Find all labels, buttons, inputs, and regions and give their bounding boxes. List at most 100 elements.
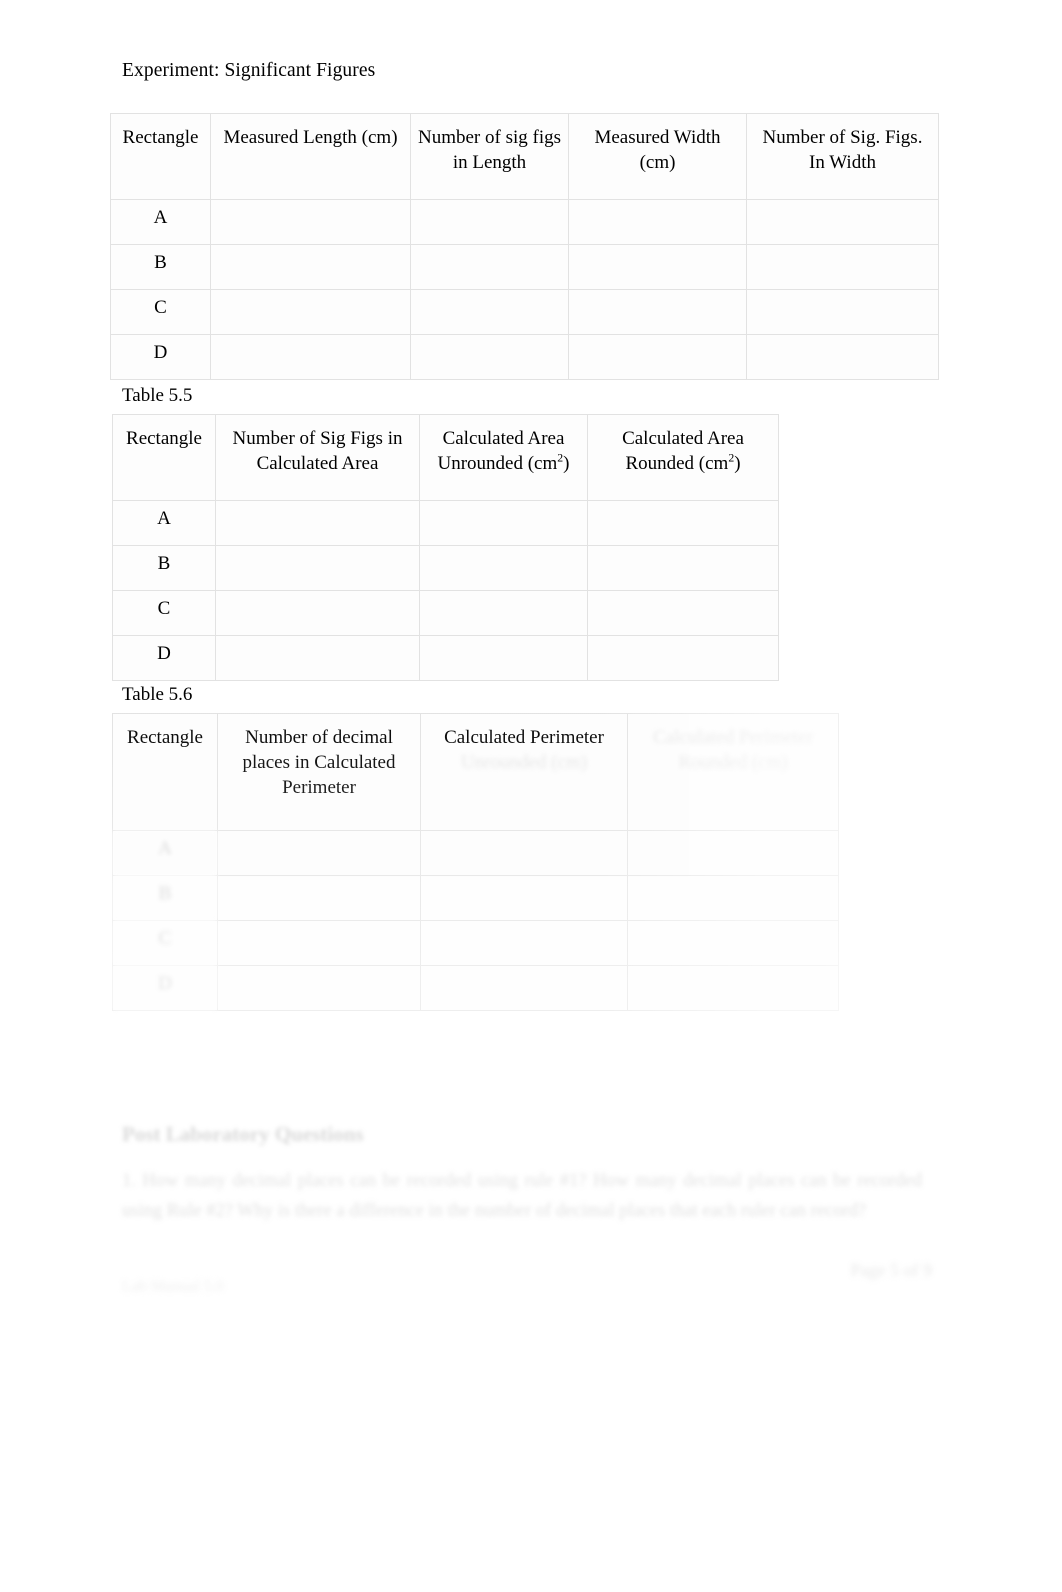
table-header-row: Rectangle Number of decimal places in Ca… bbox=[112, 713, 839, 831]
cell-perimeter-unrounded[interactable] bbox=[420, 965, 628, 1011]
table-row: A bbox=[112, 830, 839, 876]
column-header-sigfigs-width: Number of Sig. Figs. In Width bbox=[746, 113, 939, 200]
cell-decimal-places[interactable] bbox=[217, 920, 421, 966]
table-row: C bbox=[112, 920, 839, 966]
table-row: B bbox=[112, 875, 839, 921]
cell-sigfigs-area[interactable] bbox=[215, 635, 420, 681]
post-lab-question-1: 1. How many decimal places can be record… bbox=[122, 1171, 922, 1221]
cell-area-unrounded[interactable] bbox=[419, 500, 588, 546]
cell-measured-width[interactable] bbox=[568, 289, 747, 335]
cell-area-unrounded[interactable] bbox=[419, 545, 588, 591]
header-line: (cm) bbox=[639, 152, 676, 173]
row-label: D bbox=[112, 965, 218, 1011]
cell-measured-width[interactable] bbox=[568, 334, 747, 380]
cell-area-rounded[interactable] bbox=[587, 545, 779, 591]
row-label: C bbox=[112, 920, 218, 966]
row-label: D bbox=[110, 334, 211, 380]
cell-sigfigs-length[interactable] bbox=[410, 199, 569, 245]
column-header-rectangle: Rectangle bbox=[110, 113, 211, 200]
table-row: C bbox=[110, 289, 939, 335]
row-label: D bbox=[112, 635, 216, 681]
cell-area-rounded[interactable] bbox=[587, 635, 779, 681]
header-line: Number of Sig. Figs. bbox=[762, 127, 923, 148]
row-label: B bbox=[112, 875, 218, 921]
header-line: Rectangle bbox=[127, 727, 203, 748]
header-line: Calculated Area bbox=[442, 428, 565, 449]
header-line: Rectangle bbox=[122, 127, 199, 148]
column-header-measured-width: Measured Width (cm) bbox=[568, 113, 747, 200]
row-label: A bbox=[112, 830, 218, 876]
column-header-sigfigs-length: Number of sig figs in Length bbox=[410, 113, 569, 200]
table-row: A bbox=[110, 199, 939, 245]
table-calculated-area: Rectangle Number of Sig Figs in Calculat… bbox=[112, 414, 779, 681]
footer-left-text: Lab Manual 5.0 bbox=[122, 1278, 224, 1295]
row-label: C bbox=[112, 590, 216, 636]
cell-decimal-places[interactable] bbox=[217, 830, 421, 876]
cell-sigfigs-width[interactable] bbox=[746, 334, 939, 380]
cell-sigfigs-length[interactable] bbox=[410, 289, 569, 335]
cell-area-rounded[interactable] bbox=[587, 590, 779, 636]
table-calculated-perimeter: Rectangle Number of decimal places in Ca… bbox=[112, 713, 839, 1011]
cell-perimeter-rounded[interactable] bbox=[627, 920, 839, 966]
column-header-perimeter-unrounded: Calculated Perimeter Unrounded (cm) bbox=[420, 713, 628, 831]
cell-sigfigs-width[interactable] bbox=[746, 289, 939, 335]
cell-sigfigs-width[interactable] bbox=[746, 244, 939, 290]
column-header-decimal-places: Number of decimal places in Calculated P… bbox=[217, 713, 421, 831]
cell-measured-length[interactable] bbox=[210, 334, 411, 380]
document-page: Experiment: Significant Figures Rectangl… bbox=[0, 0, 1062, 1592]
post-lab-questions-heading: Post Laboratory Questions bbox=[122, 1122, 364, 1146]
cell-area-unrounded[interactable] bbox=[419, 590, 588, 636]
header-line: Perimeter bbox=[282, 777, 356, 798]
cell-measured-width[interactable] bbox=[568, 244, 747, 290]
table-row: A bbox=[112, 500, 779, 546]
cell-decimal-places[interactable] bbox=[217, 965, 421, 1011]
table-sig-figs-measurements: Rectangle Measured Length (cm) Number of… bbox=[110, 113, 939, 380]
table-caption-5-6: Table 5.6 bbox=[122, 684, 193, 705]
page-title: Experiment: Significant Figures bbox=[122, 60, 376, 81]
cell-area-unrounded[interactable] bbox=[419, 635, 588, 681]
cell-sigfigs-area[interactable] bbox=[215, 545, 420, 591]
header-line-faded: Rounded (cm) bbox=[678, 752, 788, 773]
header-line-faded: Calculated Perimeter bbox=[653, 727, 813, 748]
cell-sigfigs-length[interactable] bbox=[410, 244, 569, 290]
header-line: in Length bbox=[452, 152, 527, 173]
cell-perimeter-rounded[interactable] bbox=[627, 830, 839, 876]
cell-perimeter-rounded[interactable] bbox=[627, 965, 839, 1011]
page-number: Page 5 of 9 bbox=[850, 1260, 932, 1280]
cell-measured-width[interactable] bbox=[568, 199, 747, 245]
cell-perimeter-rounded[interactable] bbox=[627, 875, 839, 921]
cell-perimeter-unrounded[interactable] bbox=[420, 875, 628, 921]
cell-measured-length[interactable] bbox=[210, 199, 411, 245]
table-header-row: Rectangle Measured Length (cm) Number of… bbox=[110, 113, 939, 200]
cell-sigfigs-length[interactable] bbox=[410, 334, 569, 380]
cell-measured-length[interactable] bbox=[210, 289, 411, 335]
table-header-row: Rectangle Number of Sig Figs in Calculat… bbox=[112, 414, 779, 501]
header-line-unrounded: Unrounded (cm2) bbox=[437, 451, 570, 474]
header-line: Measured Length (cm) bbox=[223, 127, 398, 148]
header-line-faded: Unrounded (cm) bbox=[460, 752, 588, 773]
header-line: Calculated Area bbox=[256, 453, 379, 474]
table-row: B bbox=[112, 545, 779, 591]
header-line: Rectangle bbox=[126, 428, 202, 449]
row-label: A bbox=[112, 500, 216, 546]
table-row: D bbox=[112, 635, 779, 681]
table-caption-5-5: Table 5.5 bbox=[122, 385, 193, 406]
cell-sigfigs-area[interactable] bbox=[215, 590, 420, 636]
cell-sigfigs-width[interactable] bbox=[746, 199, 939, 245]
cell-decimal-places[interactable] bbox=[217, 875, 421, 921]
cell-perimeter-unrounded[interactable] bbox=[420, 830, 628, 876]
table-row: D bbox=[110, 334, 939, 380]
column-header-sigfigs-area: Number of Sig Figs in Calculated Area bbox=[215, 414, 420, 501]
table-row: D bbox=[112, 965, 839, 1011]
cell-area-rounded[interactable] bbox=[587, 500, 779, 546]
header-line: In Width bbox=[809, 152, 876, 173]
header-line: Number of Sig Figs in bbox=[232, 428, 403, 449]
cell-measured-length[interactable] bbox=[210, 244, 411, 290]
cell-perimeter-unrounded[interactable] bbox=[420, 920, 628, 966]
cell-sigfigs-area[interactable] bbox=[215, 500, 420, 546]
row-label: B bbox=[110, 244, 211, 290]
column-header-area-unrounded: Calculated Area Unrounded (cm2) bbox=[419, 414, 588, 501]
column-header-rectangle: Rectangle bbox=[112, 713, 218, 831]
header-line: Number of sig figs bbox=[417, 127, 561, 148]
table-row: C bbox=[112, 590, 779, 636]
